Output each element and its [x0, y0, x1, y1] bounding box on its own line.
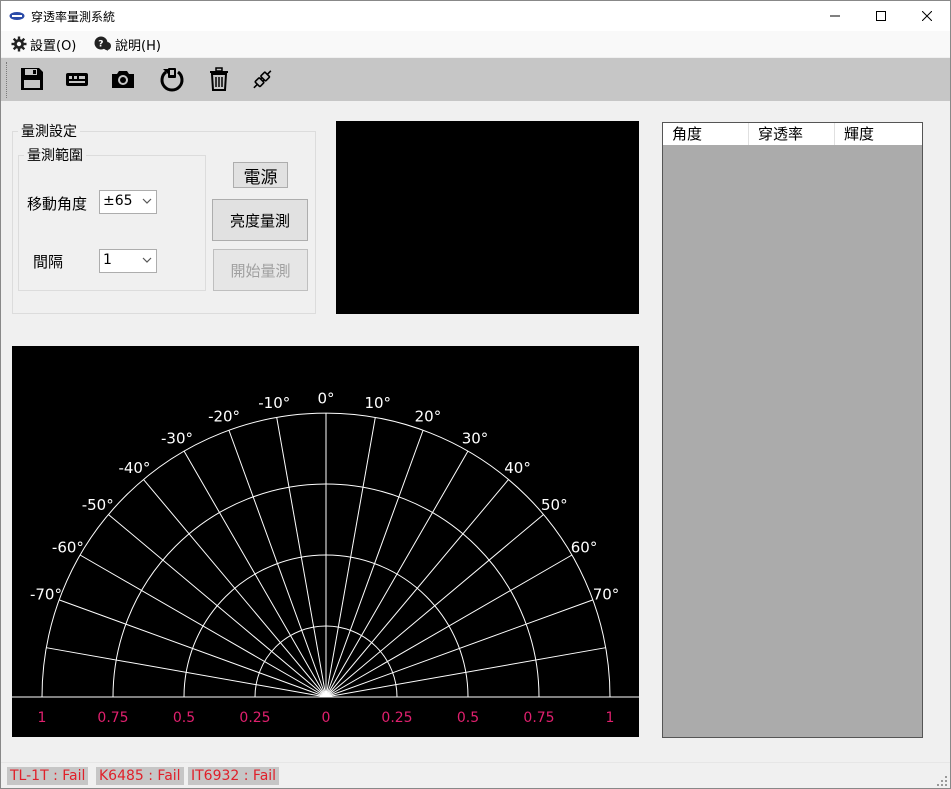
chevron-down-icon [142, 198, 152, 204]
polar-radial-label: 0.5 [173, 710, 195, 726]
save-button[interactable] [17, 64, 47, 94]
column-header-angle[interactable]: 角度 [663, 123, 749, 145]
interval-label: 間隔 [33, 253, 64, 271]
interval-select-value: 1 [103, 252, 112, 268]
polar-angle-label: 60° [571, 539, 598, 557]
polar-spoke [325, 429, 424, 698]
polar-radial-label: 0.75 [523, 710, 554, 726]
measure-settings-title: 量測設定 [18, 121, 80, 141]
minimize-icon [830, 15, 840, 17]
polar-spoke [325, 514, 544, 698]
help-chat-icon: ? [94, 36, 111, 51]
menu-settings[interactable]: 設置(O) [11, 35, 77, 54]
chevron-down-icon [142, 257, 152, 263]
polar-spoke [108, 514, 327, 698]
trash-icon [210, 67, 228, 91]
plug-icon [253, 70, 272, 89]
minimize-button[interactable] [812, 1, 858, 31]
power-button[interactable]: 電源 [233, 162, 288, 188]
polar-radial-label: 0.5 [457, 710, 479, 726]
menu-settings-label: 設置(O) [30, 38, 77, 54]
save-icon [21, 68, 43, 90]
polar-spoke [228, 429, 327, 698]
device-icon [66, 73, 88, 86]
polar-radial-label: 0.25 [381, 710, 412, 726]
polar-angle-label: -10° [258, 394, 290, 412]
toolbar [1, 58, 950, 101]
column-header-luminance[interactable]: 輝度 [835, 123, 922, 145]
polar-radial-label: 1 [606, 710, 615, 726]
polar-radial-label: 1 [38, 710, 47, 726]
polar-angle-label: -40° [118, 459, 150, 477]
angle-select[interactable]: ±65 [99, 190, 157, 214]
camera-preview [336, 121, 639, 314]
delete-button[interactable] [204, 64, 234, 94]
app-window: 穿透率量測系統 設置(O) ? 說明(H) 量測設定 量測範圍 移動角度 ±65… [0, 0, 951, 789]
brightness-measure-button[interactable]: 亮度量測 [212, 199, 308, 241]
polar-radial-label: 0.25 [239, 710, 270, 726]
close-icon [922, 11, 932, 21]
polar-chart-panel: -70° -60° -50° -40° -30° -20° -10° 0° 10° 20° 30° 4… [12, 346, 639, 737]
polar-angle-label: -20° [208, 407, 240, 425]
polar-radial-label: 0 [322, 710, 331, 726]
polar-angle-label: 0° [317, 390, 334, 408]
polar-angle-label: 10° [364, 394, 391, 412]
maximize-icon [876, 11, 886, 21]
status-k6485: K6485 : Fail [96, 767, 184, 785]
resize-grip-icon[interactable] [936, 775, 948, 787]
polar-angle-label: 40° [504, 459, 531, 477]
camera-icon [112, 71, 134, 88]
app-logo-icon [9, 12, 25, 20]
close-button[interactable] [904, 1, 950, 31]
gear-icon [11, 36, 27, 52]
menu-help[interactable]: ? 說明(H) [94, 35, 161, 54]
connect-button[interactable] [247, 64, 277, 94]
polar-angle-label: 70° [593, 586, 620, 604]
status-bar: TL-1T : Fail K6485 : Fail IT6932 : Fail [1, 762, 950, 788]
polar-angle-label: 30° [462, 429, 489, 447]
power-cycle-button[interactable] [157, 64, 187, 94]
polar-spoke [58, 599, 327, 698]
start-measure-button[interactable]: 開始量測 [213, 249, 308, 291]
menu-help-label: 說明(H) [115, 38, 161, 54]
measure-range-title: 量測範圍 [24, 145, 86, 165]
polar-spoke [143, 479, 327, 698]
results-table[interactable]: 角度 穿透率 輝度 [662, 122, 923, 738]
polar-angle-label: 20° [415, 407, 442, 425]
polar-angle-label: -30° [161, 429, 193, 447]
results-table-header: 角度 穿透率 輝度 [663, 123, 922, 145]
toolbar-grip[interactable] [6, 62, 10, 98]
status-it6932: IT6932 : Fail [188, 767, 280, 785]
polar-spoke [325, 599, 594, 698]
status-tl1t: TL-1T : Fail [7, 767, 89, 785]
interval-select[interactable]: 1 [99, 249, 157, 273]
polar-angle-label: -60° [52, 539, 84, 557]
menu-bar: 設置(O) ? 說明(H) [1, 31, 950, 57]
polar-angle-label: 50° [541, 496, 568, 514]
window-title: 穿透率量測系統 [31, 10, 116, 24]
polar-spoke [325, 479, 509, 698]
device-button[interactable] [62, 64, 92, 94]
column-header-transmittance[interactable]: 穿透率 [749, 123, 835, 145]
camera-button[interactable] [108, 64, 138, 94]
polar-angle-label: -70° [30, 586, 62, 604]
svg-text:?: ? [98, 40, 103, 50]
polar-radial-label: 0.75 [97, 710, 128, 726]
power-cycle-icon [160, 68, 184, 92]
angle-label: 移動角度 [27, 195, 88, 213]
title-bar: 穿透率量測系統 [1, 1, 950, 31]
polar-chart: -70° -60° -50° -40° -30° -20° -10° 0° 10° 20° 30° 4… [12, 390, 639, 726]
polar-angle-label: -50° [82, 496, 114, 514]
angle-select-value: ±65 [103, 193, 133, 209]
maximize-button[interactable] [858, 1, 904, 31]
